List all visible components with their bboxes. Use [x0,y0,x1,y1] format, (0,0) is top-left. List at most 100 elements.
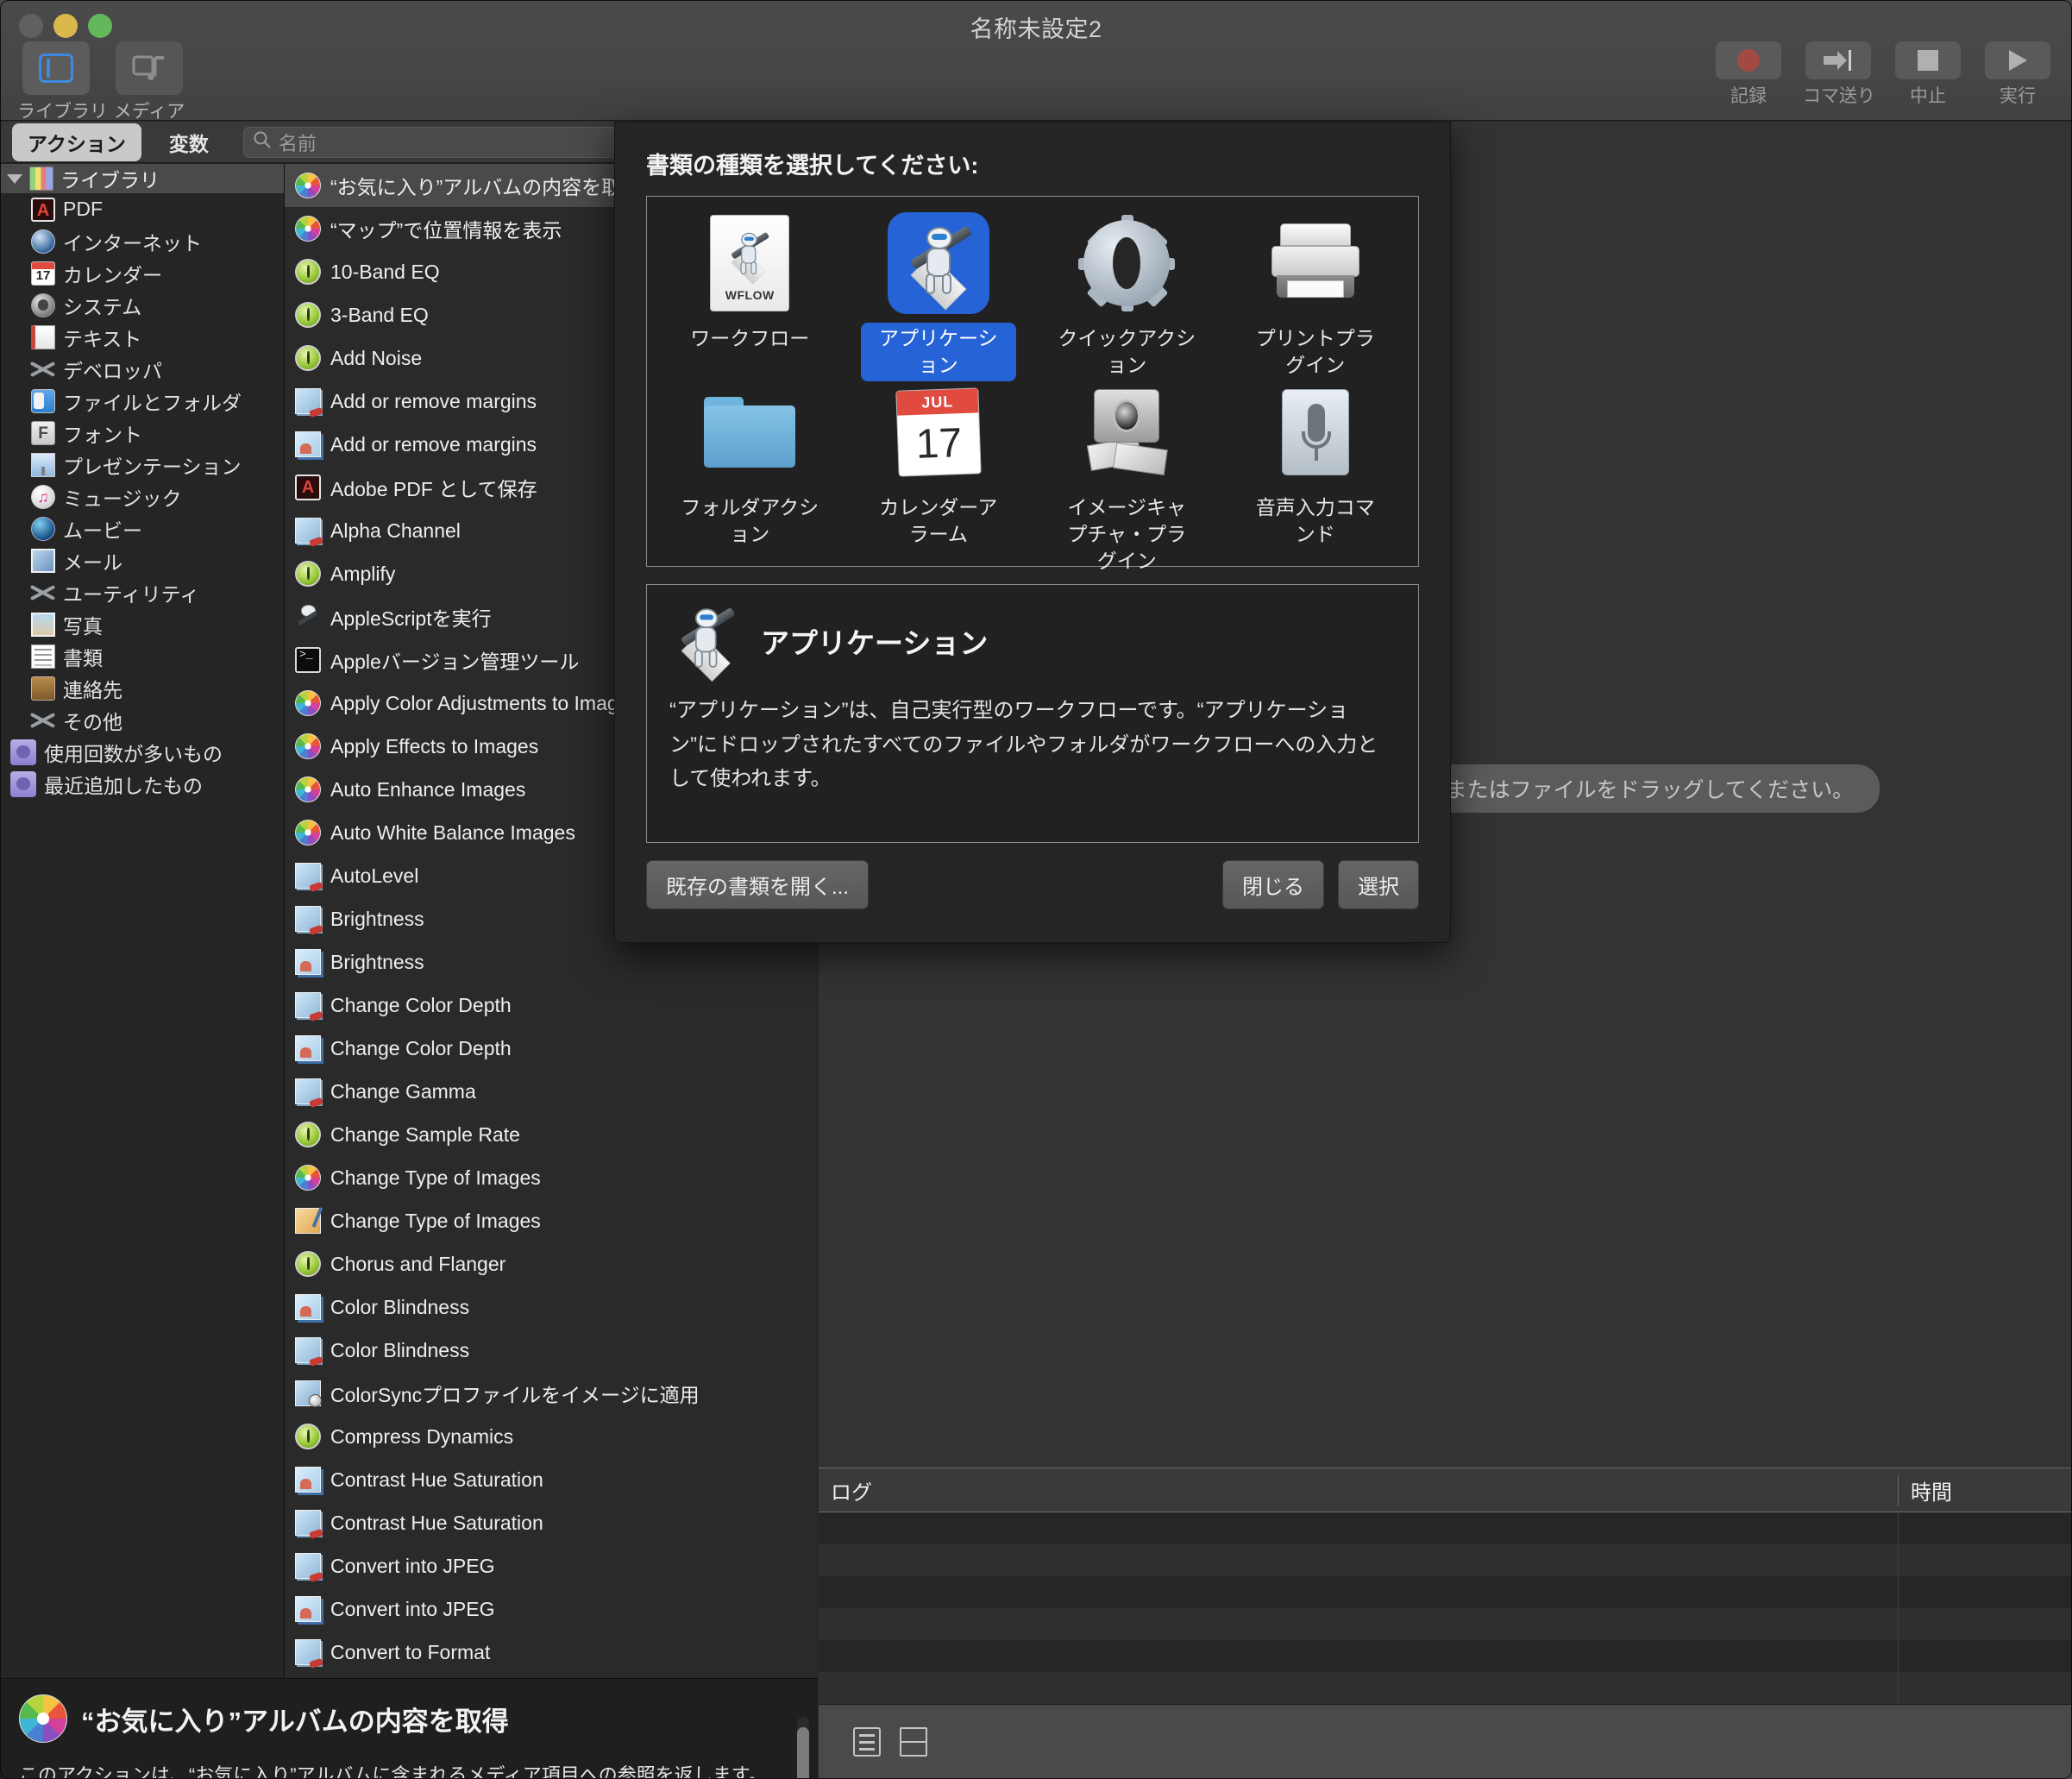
photos-icon [19,1694,67,1743]
library-item-10[interactable]: ムービー [0,512,284,544]
toolbar-stop-button[interactable]: 中止 [1893,41,1963,108]
library-item-6[interactable]: ファイルとフォルダ [0,385,284,417]
toolbar-media-button[interactable]: メディア [110,41,188,123]
library-item-3[interactable]: システム [0,289,284,321]
library-item-14[interactable]: 書類 [0,640,284,672]
library-item-16[interactable]: その他 [0,704,284,736]
toolbar-run-button[interactable]: 実行 [1982,41,2053,108]
action-item-31[interactable]: Contrast Hue Saturation [285,1501,817,1544]
action-item-28[interactable]: ColorSyncプロファイルをイメージに適用 [285,1372,817,1415]
log-row [819,1640,2072,1672]
library-item-label: テキスト [63,327,142,350]
action-item-label: Change Gamma [330,1079,476,1103]
calendar-alarm-icon: JUL 17 [888,381,989,483]
toolbar-record-button[interactable]: 記録 [1713,41,1784,108]
tab-actions[interactable]: アクション [12,123,141,161]
action-item-20[interactable]: Change Color Depth [285,1027,817,1070]
close-dialog-button[interactable]: 閉じる [1222,860,1324,909]
chevron-down-icon[interactable] [7,173,22,184]
audio-icon [295,302,321,328]
action-item-label: Add or remove margins [330,432,537,456]
library-header-row[interactable]: ライブラリ [0,164,284,193]
info-header: アプリケーション [669,604,1396,682]
action-item-22[interactable]: Change Sample Rate [285,1113,817,1156]
action-item-label: Add Noise [330,346,423,369]
action-item-33[interactable]: Convert into JPEG [285,1587,817,1631]
open-existing-document-button[interactable]: 既存の書類を開く... [646,860,870,909]
library-item-8[interactable]: プレゼンテーション [0,449,284,481]
action-item-24[interactable]: Change Type of Images [285,1199,817,1242]
library-item-7[interactable]: フォント [0,417,284,449]
action-item-34[interactable]: Convert to Format [285,1631,817,1674]
action-item-label: Apply Color Adjustments to Imag [330,691,618,714]
library-item-15[interactable]: 連絡先 [0,672,284,704]
list-view-icon[interactable] [853,1727,881,1757]
log-column-header-time[interactable]: 時間 [1899,1475,1952,1506]
toolbar-stop-label: 中止 [1910,86,1946,106]
dictation-mic-icon [1265,381,1366,483]
smart-folder-item-0[interactable]: 使用回数が多いもの [0,736,284,768]
action-item-26[interactable]: Color Blindness [285,1286,817,1329]
action-item-label: 3-Band EQ [330,303,429,326]
doc-type-image-capture-plugin[interactable]: イメージキャプチャ・プラグイン [1033,381,1221,577]
description-scrollbar[interactable] [797,1717,809,1779]
library-item-label: ファイルとフォルダ [63,391,242,414]
action-item-25[interactable]: Chorus and Flanger [285,1242,817,1286]
action-item-27[interactable]: Color Blindness [285,1329,817,1372]
action-item-18[interactable]: Brightness [285,940,817,984]
library-column[interactable]: ライブラリ PDF インターネットカレンダーシステムテキストデベロッパファイルとフ… [0,164,285,1678]
action-item-29[interactable]: Compress Dynamics [285,1415,817,1458]
library-item-0[interactable]: PDF [0,193,284,225]
library-item-label: ユーティリティ [63,582,200,606]
toolbar-library-button[interactable]: ライブラリ [17,41,108,123]
doc-type-workflow[interactable]: WFLOW ワークフロー [656,212,844,381]
choose-button[interactable]: 選択 [1338,860,1419,909]
music-icon [31,484,55,509]
colorsync-icon [295,1380,322,1407]
doc-type-label: イメージキャプチャ・プラグイン [1067,496,1187,573]
action-description-summary: このアクションは、“お気に入り”アルバムに含まれるメディア項目への参照を返します… [19,1764,768,1779]
library-item-2[interactable]: カレンダー [0,257,284,289]
action-item-19[interactable]: Change Color Depth [285,984,817,1027]
toolbar-step-button[interactable]: コマ送り [1803,41,1875,108]
audio-icon [295,345,321,371]
log-column-header-log[interactable]: ログ [819,1474,1899,1506]
stop-icon [1895,41,1961,79]
action-item-label: Convert into JPEG [330,1554,495,1577]
application-icon [669,604,744,682]
library-item-11[interactable]: メール [0,544,284,576]
doc-type-label: カレンダーアラーム [879,496,998,546]
image-icon [295,1078,321,1104]
library-item-label: インターネット [63,231,202,255]
doc-type-calendar-alarm[interactable]: JUL 17 カレンダーアラーム [844,381,1033,577]
doc-type-folder-action[interactable]: フォルダアクション [656,381,844,577]
document-type-grid: WFLOW ワークフロー アプリケーション クイックアクション プリントプラグイ… [646,196,1419,572]
info-text: “アプリケーション”は、自己実行型のワークフローです。“アプリケーション”にドロ… [669,699,1378,791]
library-header-label: ライブラリ [60,169,160,192]
action-item-21[interactable]: Change Gamma [285,1070,817,1113]
action-item-32[interactable]: Convert into JPEG [285,1544,817,1587]
action-item-30[interactable]: Contrast Hue Saturation [285,1458,817,1501]
library-item-4[interactable]: テキスト [0,321,284,353]
library-item-9[interactable]: ミュージック [0,481,284,512]
window-title: 名称未設定2 [970,16,1102,42]
doc-type-print-plugin[interactable]: プリントプラグイン [1221,212,1410,381]
image-icon [295,906,321,932]
library-item-5[interactable]: デベロッパ [0,353,284,385]
doc-type-quick-action[interactable]: クイックアクション [1033,212,1221,381]
log-row [819,1608,2072,1640]
action-item-label: “マップ”で位置情報を表示 [330,219,562,242]
split-view-icon[interactable] [900,1727,927,1757]
tab-variables[interactable]: 変数 [154,123,224,161]
doc-type-dictation-command[interactable]: 音声入力コマンド [1221,381,1410,577]
library-item-13[interactable]: 写真 [0,608,284,640]
action-item-23[interactable]: Change Type of Images [285,1156,817,1199]
smart-folder-item-1[interactable]: 最近追加したもの [0,768,284,800]
toolbar-run-label: 実行 [2000,86,2036,106]
library-item-12[interactable]: ユーティリティ [0,576,284,608]
doc-type-application[interactable]: アプリケーション [844,212,1033,382]
step-icon [1805,41,1871,79]
audio-icon [295,561,321,587]
library-item-1[interactable]: インターネット [0,225,284,257]
contacts-icon [31,676,55,701]
